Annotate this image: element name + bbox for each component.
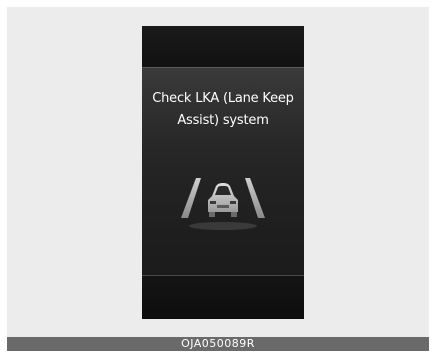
warning-message: Check LKA (Lane Keep Assist) system <box>142 88 304 132</box>
right-lane-line <box>245 178 265 218</box>
lane-keep-assist-car-icon <box>181 178 265 230</box>
left-lane-line <box>181 178 201 218</box>
cluster-display: Check LKA (Lane Keep Assist) system <box>142 26 304 319</box>
display-bottom-band <box>142 275 304 319</box>
figure-caption: OJA050089R <box>7 337 429 351</box>
warning-message-line1: Check LKA (Lane Keep <box>152 91 294 106</box>
display-top-band <box>142 26 304 68</box>
warning-message-line2: Assist) system <box>177 113 269 128</box>
